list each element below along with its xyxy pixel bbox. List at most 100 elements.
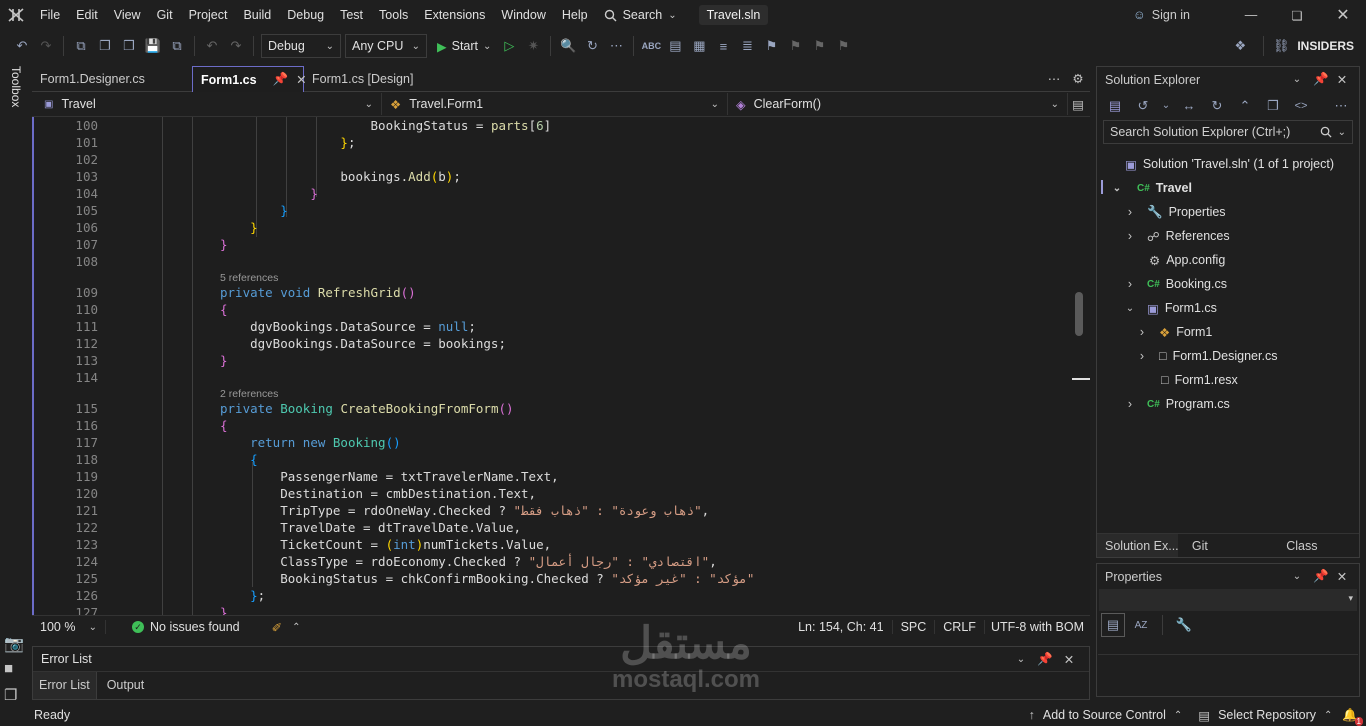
more-icon[interactable]: ⋯ <box>604 34 628 58</box>
refresh-icon[interactable]: ↻ <box>1205 94 1229 118</box>
code-line[interactable]: 114 <box>34 369 1064 386</box>
start-button[interactable]: ▶ Start ⌄ <box>437 39 491 54</box>
code-editor[interactable]: 100 BookingStatus = parts[6] 101 }; 102 103… <box>32 117 1090 615</box>
search-solution-explorer-field[interactable]: Search Solution Explorer (Ctrl+;) ⌄ <box>1103 120 1353 144</box>
pin-icon[interactable]: 📌 <box>1309 569 1333 584</box>
previous-bookmark-icon[interactable]: ⚑ <box>783 34 807 58</box>
tab-form1-cs[interactable]: Form1.cs 📌 ✕ <box>192 66 307 92</box>
tab-output[interactable]: Output <box>97 672 155 699</box>
chevron-down-icon[interactable]: ⌄ <box>1009 654 1033 665</box>
sign-in-button[interactable]: ☺ Sign in <box>1133 8 1190 22</box>
code-line[interactable]: 126 }; <box>34 587 1064 604</box>
code-line[interactable]: 125 BookingStatus = chkConfirmBooking.Ch… <box>34 570 1064 587</box>
menu-view[interactable]: View <box>106 0 149 30</box>
tab-git-changes[interactable]: Git Changes <box>1178 534 1272 577</box>
show-all-files-icon[interactable]: ❐ <box>1261 94 1285 118</box>
pin-icon[interactable]: 📌 <box>1309 72 1333 87</box>
settings-icon[interactable]: ⚙ <box>1066 66 1090 92</box>
tab-error-list[interactable]: Error List <box>33 672 97 699</box>
menu-test[interactable]: Test <box>332 0 371 30</box>
open-folder-icon[interactable]: ❒ <box>117 34 141 58</box>
tree-node-form1[interactable]: › ❖ Form1 <box>1137 321 1212 343</box>
new-project-icon[interactable]: ⧉ <box>69 34 93 58</box>
code-line[interactable]: 124 ClassType = rdoEconomy.Checked ? "اق… <box>34 553 1064 570</box>
code-line[interactable]: 105 } <box>34 202 1064 219</box>
chevron-down-icon[interactable]: ⌄ <box>1159 94 1173 118</box>
copilot-icon[interactable]: ❖ <box>1222 34 1258 58</box>
visual-studio-logo-icon[interactable] <box>0 0 32 30</box>
solution-configuration-select[interactable]: Debug ⌄ <box>261 34 341 58</box>
indent-icon[interactable]: ≣ <box>735 34 759 58</box>
tree-node-form1-resx[interactable]: □ Form1.resx <box>1161 369 1238 391</box>
chevron-down-icon[interactable]: ⌄ <box>1111 183 1123 194</box>
start-without-debugging-icon[interactable]: ▷ <box>497 34 521 58</box>
code-line[interactable]: 104 } <box>34 185 1064 202</box>
menu-debug[interactable]: Debug <box>279 0 332 30</box>
spacing-mode[interactable]: SPC <box>893 620 936 634</box>
chevron-right-icon[interactable]: › <box>1125 205 1135 219</box>
bookmark-icon[interactable]: ⚑ <box>759 34 783 58</box>
outdent-icon[interactable]: ≡ <box>711 34 735 58</box>
menu-file[interactable]: File <box>32 0 68 30</box>
alphabetical-icon[interactable]: AZ <box>1129 613 1153 637</box>
chevron-right-icon[interactable]: › <box>1137 325 1147 339</box>
code-line[interactable]: 118 { <box>34 451 1064 468</box>
add-to-source-control-button[interactable]: Add to Source Control ⌃ <box>1043 708 1182 722</box>
next-bookmark-icon[interactable]: ⚑ <box>807 34 831 58</box>
close-icon[interactable]: ✕ <box>1057 652 1081 667</box>
menu-extensions[interactable]: Extensions <box>416 0 493 30</box>
code-line[interactable]: 111 dgvBookings.DataSource = null; <box>34 318 1064 335</box>
save-icon[interactable]: 💾 <box>141 34 165 58</box>
tree-node-references[interactable]: › ☍ References <box>1125 225 1230 247</box>
code-line[interactable]: 112 dgvBookings.DataSource = bookings; <box>34 335 1064 352</box>
hot-reload-icon[interactable]: ✷ <box>521 34 545 58</box>
code-view-icon[interactable]: <> <box>1289 94 1313 118</box>
pin-icon[interactable]: 📌 <box>1033 652 1057 667</box>
code-line[interactable]: 115 private Booking CreateBookingFromForm… <box>34 400 1064 417</box>
chevron-right-icon[interactable]: › <box>1125 397 1135 411</box>
code-line[interactable]: 102 <box>34 151 1064 168</box>
insiders-badge[interactable]: INSIDERS <box>1297 39 1354 53</box>
menu-edit[interactable]: Edit <box>68 0 106 30</box>
zoom-dropdown[interactable]: 100 % ⌄ <box>32 620 106 634</box>
scrollbar-thumb[interactable] <box>1075 292 1083 336</box>
navigate-back-icon[interactable]: ↶ <box>10 34 34 58</box>
chevron-right-icon[interactable]: › <box>1125 277 1135 291</box>
tree-node-form1-cs[interactable]: ⌄ ▣ Form1.cs <box>1125 297 1217 319</box>
code-line[interactable]: 116 { <box>34 417 1064 434</box>
code-line[interactable]: 120 Destination = cmbDestination.Text, <box>34 485 1064 502</box>
navigate-forward-icon[interactable]: ↷ <box>34 34 58 58</box>
spell-check-icon[interactable]: ABC <box>639 34 663 58</box>
share-icon[interactable]: ⛓ <box>1269 34 1293 58</box>
project-dropdown[interactable]: ▣ Travel ⌄ <box>36 93 382 115</box>
code-line[interactable]: 109 private void RefreshGrid() <box>34 284 1064 301</box>
object-selector[interactable]: ▾ <box>1099 589 1357 611</box>
undo-icon[interactable]: ↶ <box>200 34 224 58</box>
file-encoding[interactable]: UTF-8 with BOM <box>985 620 1090 634</box>
more-icon[interactable]: ⋯ <box>1329 94 1353 118</box>
close-icon[interactable]: ✕ <box>1333 72 1351 87</box>
pin-icon[interactable]: 📌 <box>273 72 289 87</box>
menu-git[interactable]: Git <box>149 0 181 30</box>
code-line[interactable]: 127} <box>34 604 1064 615</box>
tab-solution-explorer[interactable]: Solution Ex... <box>1097 534 1178 557</box>
cursor-position[interactable]: Ln: 154, Ch: 41 <box>790 620 893 634</box>
tab-form1-designer[interactable]: Form1.Designer.cs <box>32 66 192 92</box>
tree-node-booking-cs[interactable]: › C# Booking.cs <box>1125 273 1227 295</box>
comment-icon[interactable]: ▤ <box>663 34 687 58</box>
code-line[interactable]: 100 BookingStatus = parts[6] <box>34 117 1064 134</box>
switch-views-icon[interactable]: ▤ <box>1103 94 1127 118</box>
new-file-icon[interactable]: ❐ <box>93 34 117 58</box>
redo-icon[interactable]: ↷ <box>224 34 248 58</box>
code-line[interactable]: 122 TravelDate = dtTravelDate.Value, <box>34 519 1064 536</box>
issues-indicator[interactable]: ✓ No issues found <box>132 620 240 634</box>
chevron-up-icon[interactable]: ⌃ <box>292 622 300 633</box>
window-icon[interactable]: ❐ <box>4 686 17 704</box>
chevron-down-icon[interactable]: ⌄ <box>1285 571 1309 582</box>
property-pages-icon[interactable]: 🔧 <box>1172 613 1196 637</box>
tree-node-properties[interactable]: › 🔧 Properties <box>1125 201 1226 223</box>
toolbox-tab[interactable]: Toolbox <box>9 66 23 107</box>
menu-window[interactable]: Window <box>493 0 553 30</box>
chevron-right-icon[interactable]: › <box>1125 229 1135 243</box>
search-menu[interactable]: Search ⌄ <box>596 8 685 22</box>
